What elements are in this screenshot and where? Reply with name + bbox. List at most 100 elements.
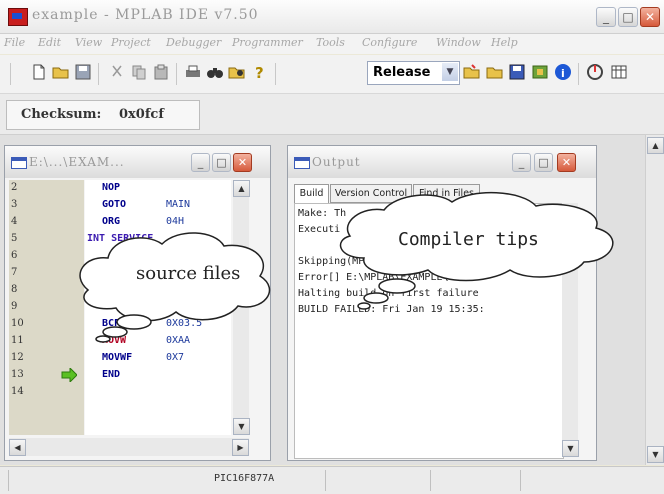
maximize-button[interactable]: □ (212, 153, 231, 172)
output-window-title: Output (312, 155, 361, 169)
code-opcode: MOVW (102, 335, 127, 346)
menu-file[interactable]: File (4, 36, 25, 49)
source-horizontal-scrollbar[interactable]: ◀ ▶ (9, 438, 249, 456)
build-project-icon[interactable] (531, 63, 549, 81)
toolbar-separator (98, 63, 99, 85)
project-folder-icon[interactable] (463, 63, 481, 81)
line-number: 2 (11, 182, 18, 193)
maximize-button[interactable]: □ (534, 153, 553, 172)
copy-icon[interactable] (130, 63, 148, 81)
output-window-titlebar[interactable]: Output _ □ ✕ (288, 146, 596, 178)
new-file-icon[interactable] (30, 63, 48, 81)
info-icon[interactable]: i (554, 63, 572, 81)
output-line: BUILD FAILED: Fri Jan 19 15:35: (298, 304, 485, 315)
output-line: Halting build on first failure (298, 288, 479, 299)
window-icon (294, 157, 310, 169)
line-number: 6 (11, 250, 18, 261)
source-window: E:\...\EXAM... _ □ ✕ 2 3 4 5 6 7 8 9 10 … (4, 145, 271, 461)
scroll-down-icon[interactable]: ▼ (233, 418, 250, 435)
menu-debugger[interactable]: Debugger (166, 36, 221, 49)
output-line: Make: Th (298, 208, 347, 219)
open-project-icon[interactable] (486, 63, 504, 81)
save-icon[interactable] (74, 63, 92, 81)
code-opcode: BCF (102, 318, 121, 329)
source-vertical-scrollbar[interactable]: ▲ ▼ (233, 180, 250, 435)
toolbar: ? Release ▼ i (0, 55, 664, 94)
print-icon[interactable] (184, 63, 202, 81)
help-icon[interactable]: ? (250, 63, 268, 82)
line-number: 7 (11, 267, 18, 278)
output-line: Error[] E:\MPLAB\EXAMPLE\E (298, 272, 455, 283)
menu-help[interactable]: Help (491, 36, 518, 49)
close-button[interactable]: ✕ (640, 7, 660, 27)
tab-build[interactable]: Build (294, 184, 329, 203)
mplab-app-icon (8, 8, 28, 26)
scroll-down-icon[interactable]: ▼ (647, 446, 664, 463)
code-operand: 0X7 (166, 352, 185, 363)
debug-run-icon[interactable] (586, 63, 604, 81)
source-window-titlebar[interactable]: E:\...\EXAM... _ □ ✕ (5, 146, 270, 178)
toolbar-separator (578, 63, 579, 85)
output-vertical-scrollbar[interactable]: ▼ (562, 203, 579, 457)
scroll-left-icon[interactable]: ◀ (9, 439, 26, 456)
code-opcode: NOP (102, 182, 121, 193)
minimize-button[interactable]: _ (596, 7, 616, 27)
menu-programmer[interactable]: Programmer (232, 36, 303, 49)
code-operand: 0X0... (166, 301, 203, 312)
menu-project[interactable]: Project (111, 36, 151, 49)
cut-icon[interactable] (108, 63, 126, 81)
scroll-up-icon[interactable]: ▲ (647, 137, 664, 154)
code-operand: 0X03.5 (166, 318, 203, 329)
toolbar-separator (10, 63, 11, 85)
maximize-button[interactable]: □ (618, 7, 638, 27)
build-config-value: Release (373, 65, 431, 80)
checksum-value: 0x0fcf (119, 107, 164, 122)
minimize-button[interactable]: _ (191, 153, 210, 172)
code-opcode: GOTO (102, 199, 127, 210)
paste-icon[interactable] (152, 63, 170, 81)
scroll-down-icon[interactable]: ▼ (562, 440, 579, 457)
source-window-title: E:\...\EXAM... (29, 155, 125, 169)
menu-configure[interactable]: Configure (362, 36, 417, 49)
code-operand: MAIN (166, 199, 191, 210)
minimize-button[interactable]: _ (512, 153, 531, 172)
code-operand: 0XAA (166, 335, 191, 346)
menu-tools[interactable]: Tools (316, 36, 345, 49)
compiler-tips-callout: Compiler tips (398, 229, 539, 250)
tab-version-control[interactable]: Version Control (330, 184, 412, 203)
build-config-select[interactable]: Release ▼ (367, 61, 460, 85)
menu-view[interactable]: View (75, 36, 102, 49)
code-editor[interactable]: NOP GOTO MAIN ORG 04H INT SERVICE 0X0...… (85, 180, 231, 435)
main-vertical-scrollbar[interactable]: ▲ ▼ (645, 135, 664, 465)
status-bar: PIC16F877A (0, 466, 664, 494)
checksum-panel: Checksum: 0x0fcf (6, 100, 200, 130)
scroll-right-icon[interactable]: ▶ (232, 439, 249, 456)
save-project-icon[interactable] (508, 63, 526, 81)
line-number: 5 (11, 233, 18, 244)
code-opcode: ORG (102, 216, 121, 227)
toolbar-separator (176, 63, 177, 85)
code-opcode: END (102, 369, 121, 380)
status-divider (8, 470, 9, 491)
close-button[interactable]: ✕ (233, 153, 252, 172)
open-folder-icon[interactable] (52, 63, 70, 81)
line-number: 4 (11, 216, 18, 227)
tab-find-in-files[interactable]: Find in Files (413, 184, 480, 203)
output-line: Skipping(MPASMWIN) E:\MPLAB\EXAMPLE\E (298, 256, 521, 267)
window-title: example - MPLAB IDE v7.50 (32, 7, 259, 23)
output-window: Output _ □ ✕ Build Version Control Find … (287, 145, 597, 461)
code-operand: 04H (166, 216, 185, 227)
menu-edit[interactable]: Edit (38, 36, 61, 49)
toolbar-separator (275, 63, 276, 85)
memory-window-icon[interactable] (610, 63, 628, 81)
chevron-down-icon[interactable]: ▼ (442, 63, 458, 81)
checksum-bar: Checksum: 0x0fcf (0, 94, 664, 135)
find-icon[interactable] (206, 63, 224, 81)
svg-text:i: i (561, 67, 565, 80)
scroll-up-icon[interactable]: ▲ (233, 180, 250, 197)
find-in-files-icon[interactable] (228, 63, 246, 81)
menu-window[interactable]: Window (436, 36, 481, 49)
output-line: Executi (298, 224, 341, 235)
close-button[interactable]: ✕ (557, 153, 576, 172)
line-number: 3 (11, 199, 18, 210)
